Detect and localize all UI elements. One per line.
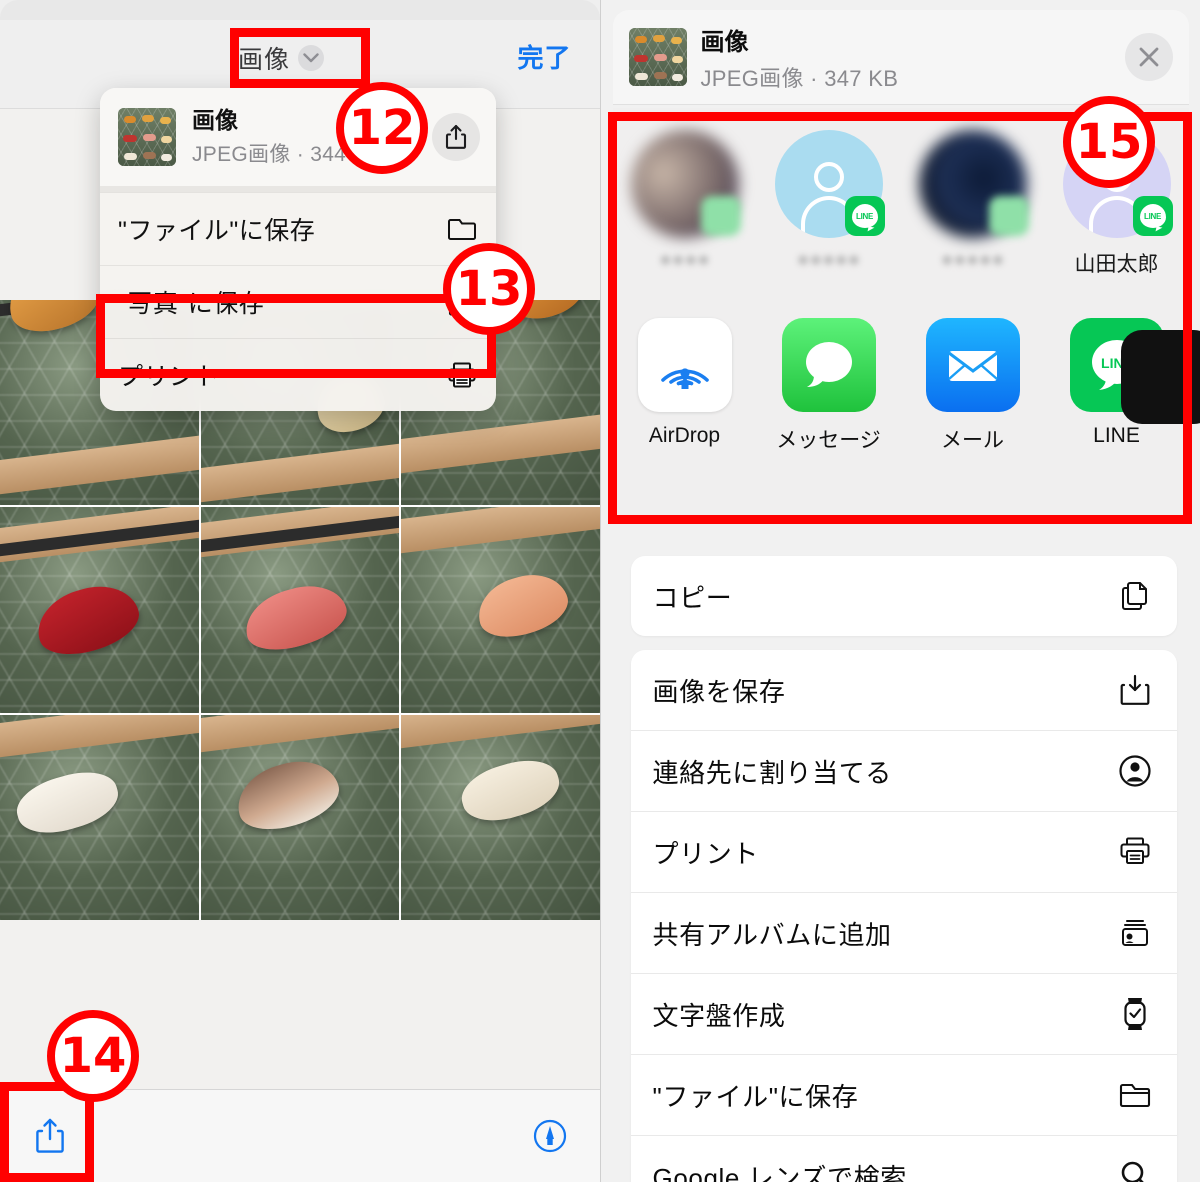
app-target-mail[interactable]: メール [913,318,1033,454]
copy-icon [1115,576,1155,616]
format-label: 画像 [238,46,291,74]
step-badge-12: 12 [336,82,428,174]
person-name: 山田太郎 [1074,253,1159,276]
done-button[interactable]: 完了 [517,38,571,75]
printer-icon [1115,832,1155,872]
app-badge-icon [700,196,741,236]
action-add-to-shared-album[interactable]: 共有アルバムに追加 [630,892,1177,973]
markup-pen-icon[interactable] [530,1116,570,1156]
photo-cell[interactable] [0,507,199,713]
action-copy[interactable]: コピー [631,556,1177,636]
messages-icon [781,318,876,412]
menu-item-label: "写真"に保存 [118,289,265,318]
menu-item-save-to-photos[interactable]: "写真"に保存 [100,264,496,338]
action-label: 文字盤作成 [652,1000,786,1031]
screenshot-root: 画像 完了 画像 JPEG画像 · 344 KB "ファイル"に保存 "写真"に… [0,0,1200,1182]
context-menu: 画像 JPEG画像 · 344 KB "ファイル"に保存 "写真"に保存 プリン… [100,88,496,411]
app-label: メッセージ [776,429,881,452]
line-badge-icon: LINE [844,196,885,236]
left-bottom-toolbar [0,1089,600,1182]
menu-item-label: プリント [118,362,221,391]
download-icon [1115,670,1155,710]
person-suggestion[interactable]: ●●●● [625,130,745,272]
action-save-to-files[interactable]: "ファイル"に保存 [630,1054,1177,1135]
shared-album-icon [1115,913,1155,953]
step-badge-13: 13 [443,243,535,335]
sheet-top-rounded-edge [0,0,600,20]
file-thumbnail [628,28,687,86]
airdrop-icon [637,318,732,412]
action-label: コピー [652,582,733,613]
action-label: プリント [652,838,759,869]
action-print[interactable]: プリント [630,811,1177,892]
action-create-watch-face[interactable]: 文字盤作成 [630,973,1177,1054]
close-icon[interactable] [1124,33,1173,81]
app-target-messages[interactable]: メッセージ [769,318,889,454]
person-suggestion[interactable]: LINE ●●●●● [769,130,889,272]
share-icon[interactable] [432,112,480,161]
app-target-airdrop[interactable]: AirDrop [625,318,745,448]
folder-icon [446,213,478,245]
photo-cell[interactable] [401,714,600,920]
file-meta: JPEG画像 · 347 KB [700,65,899,91]
app-label: LINE [1093,424,1140,447]
share-actions-list: コピー 画像を保存 連絡先に割り当てる プリント 共有アルバムに追加 文字盤作成… [630,556,1177,1182]
app-label: AirDrop [648,424,721,447]
printer-icon [446,359,478,391]
mail-icon [925,318,1020,412]
menu-item-label: "ファイル"に保存 [118,216,316,245]
step-badge-14: 14 [47,1010,139,1102]
contact-icon [1115,751,1155,791]
chevron-down-icon[interactable] [298,45,325,71]
action-label: 連絡先に割り当てる [652,757,892,788]
app-target-line[interactable]: LINE LINE [1057,318,1200,448]
person-suggestion[interactable]: ●●●●● [913,130,1033,272]
person-name: ●●●● [659,248,710,271]
app-badge-icon [988,196,1029,236]
photo-cell[interactable] [200,507,400,713]
share-sheet-header: 画像 JPEG画像 · 347 KB [612,10,1189,104]
photo-cell[interactable] [401,507,600,713]
format-selector-button[interactable]: 画像 [238,40,325,76]
file-thumbnail [118,107,176,166]
action-label: "ファイル"に保存 [652,1081,859,1112]
menu-item-print[interactable]: プリント [100,337,496,411]
step-badge-15: 15 [1063,96,1155,188]
context-file-row[interactable]: 画像 JPEG画像 · 344 KB [100,88,496,186]
share-button[interactable] [28,1112,72,1160]
menu-item-save-to-files[interactable]: "ファイル"に保存 [100,191,496,265]
action-assign-to-contact[interactable]: 連絡先に割り当てる [630,730,1177,811]
photo-cell[interactable] [0,714,199,920]
photo-cell[interactable] [200,714,400,920]
app-targets-row: AirDrop メッセージ メール LINE LINE [613,306,1200,486]
watch-face-icon [1115,994,1155,1034]
action-label: 画像を保存 [652,676,786,707]
file-name: 画像 [700,28,749,56]
left-panel-safari-image-view: 画像 完了 画像 JPEG画像 · 344 KB "ファイル"に保存 "写真"に… [0,0,600,1182]
folder-icon [1115,1075,1155,1115]
action-group-copy: コピー [630,556,1177,636]
line-badge-icon: LINE [1132,196,1173,236]
action-label: 共有アルバムに追加 [652,919,892,950]
action-group-main: 画像を保存 連絡先に割り当てる プリント 共有アルバムに追加 文字盤作成 "ファ… [630,650,1177,1182]
action-search-google-lens[interactable]: Google レンズで検索 [630,1135,1177,1182]
app-target-partial[interactable] [1120,330,1200,424]
person-name: ●●●●● [796,248,861,271]
search-icon [1115,1156,1155,1182]
action-label: Google レンズで検索 [652,1162,907,1182]
action-save-image[interactable]: 画像を保存 [631,650,1177,730]
person-name: ●●●●● [940,248,1005,271]
app-label: メール [941,429,1004,452]
